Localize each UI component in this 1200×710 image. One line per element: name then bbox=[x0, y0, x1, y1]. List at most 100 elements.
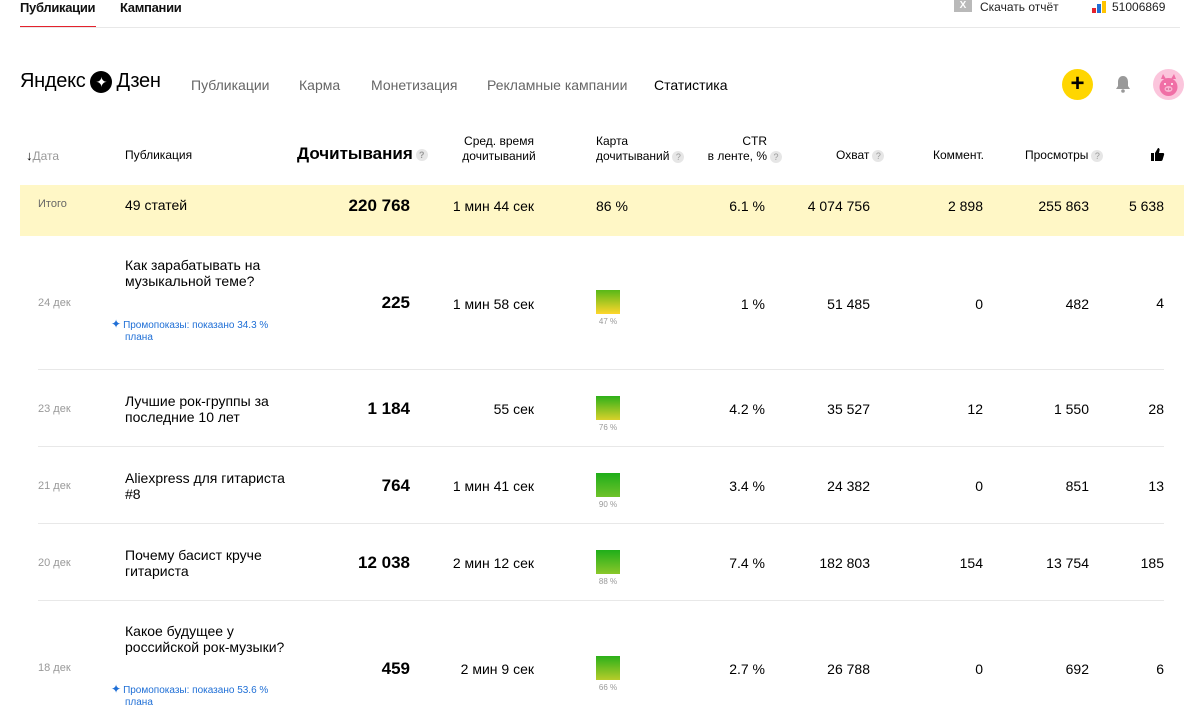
col-reach-header[interactable]: Охват? bbox=[836, 148, 885, 163]
publication-title-line2: #8 bbox=[125, 486, 141, 502]
row-date: 24 дек bbox=[38, 297, 71, 309]
row-comments: 154 bbox=[959, 555, 983, 571]
row-comments: 12 bbox=[967, 401, 983, 417]
row-views: 1 550 bbox=[1053, 401, 1089, 417]
nav-karma[interactable]: Карма bbox=[299, 77, 340, 93]
readmap-percent: 90 % bbox=[598, 500, 618, 509]
nav-statistics[interactable]: Статистика bbox=[654, 77, 728, 93]
col-ctr-header[interactable]: CTR в ленте, %? bbox=[704, 134, 782, 164]
col-reach-label: Охват bbox=[836, 148, 870, 162]
help-icon[interactable]: ? bbox=[872, 149, 885, 162]
help-icon[interactable]: ? bbox=[770, 150, 782, 163]
row-dochityvaniya: 764 bbox=[381, 476, 410, 495]
col-publication-header[interactable]: Публикация bbox=[125, 148, 192, 163]
promo-link[interactable]: ✦ Промопоказы: показано 53.6 % плана bbox=[111, 683, 268, 709]
readmap-thumbnail[interactable] bbox=[596, 550, 620, 574]
row-reach: 182 803 bbox=[819, 555, 870, 571]
promo-link[interactable]: ✦ Промопоказы: показано 34.3 % плана bbox=[111, 318, 268, 344]
row-likes: 13 bbox=[1148, 478, 1164, 494]
help-icon[interactable]: ? bbox=[672, 150, 685, 163]
row-dochityvaniya: 1 184 bbox=[367, 399, 410, 418]
row-comments: 0 bbox=[975, 661, 983, 677]
publication-title[interactable]: Какое будущее у российской рок-музыки? bbox=[125, 623, 284, 655]
help-icon[interactable]: ? bbox=[415, 148, 428, 161]
publication-title-line1: Какое будущее у bbox=[125, 623, 234, 639]
row-dochityvaniya: 459 bbox=[381, 659, 410, 678]
readmap-percent: 88 % bbox=[598, 577, 618, 586]
row-reach: 24 382 bbox=[827, 478, 870, 494]
publication-title[interactable]: Как зарабатывать на музыкальной теме? bbox=[125, 257, 260, 289]
total-comments: 2 898 bbox=[947, 198, 983, 214]
publication-title-line2: музыкальной теме? bbox=[125, 273, 255, 289]
top-tab-publications[interactable]: Публикации bbox=[20, 0, 96, 15]
promo-text: Промопоказы: показано 53.6 % bbox=[123, 685, 269, 696]
logo-zen: Дзен bbox=[116, 70, 161, 92]
row-likes: 185 bbox=[1140, 555, 1164, 571]
row-likes: 28 bbox=[1148, 401, 1164, 417]
avatar[interactable] bbox=[1153, 69, 1184, 100]
row-divider bbox=[38, 523, 1164, 524]
create-button[interactable]: + bbox=[1062, 69, 1093, 100]
col-ctr-label-1: CTR bbox=[742, 134, 767, 148]
col-dochityvaniya-header[interactable]: Дочитывания? bbox=[297, 144, 428, 163]
help-icon[interactable]: ? bbox=[1091, 149, 1104, 162]
col-map-header[interactable]: Карта дочитываний? bbox=[596, 134, 685, 164]
row-avg-time: 1 мин 58 сек bbox=[452, 296, 534, 312]
promo-text: Промопоказы: показано 34.3 % bbox=[123, 320, 269, 331]
publication-title-line1: Почему басист круче bbox=[125, 547, 262, 563]
row-divider bbox=[38, 600, 1164, 601]
row-comments: 0 bbox=[975, 296, 983, 312]
metrika-counter[interactable]: 51006869 bbox=[1112, 0, 1165, 14]
row-ctr: 4.2 % bbox=[729, 401, 765, 417]
readmap-thumbnail[interactable] bbox=[596, 473, 620, 497]
row-avg-time: 2 мин 12 сек bbox=[452, 555, 534, 571]
row-date: 18 дек bbox=[38, 662, 71, 674]
readmap-thumbnail[interactable] bbox=[596, 290, 620, 314]
total-likes: 5 638 bbox=[1128, 198, 1164, 214]
publication-title[interactable]: Aliexpress для гитариста #8 bbox=[125, 470, 285, 502]
row-reach: 51 485 bbox=[827, 296, 870, 312]
row-dochityvaniya: 225 bbox=[381, 293, 410, 312]
col-comments-header[interactable]: Коммент. bbox=[933, 148, 984, 163]
publication-title-line1: Как зарабатывать на bbox=[125, 257, 261, 273]
row-date: 21 дек bbox=[38, 480, 71, 492]
excel-icon[interactable]: X bbox=[954, 0, 972, 12]
like-icon[interactable] bbox=[1150, 147, 1165, 162]
promo-star-icon: ✦ bbox=[111, 317, 122, 331]
row-ctr: 1 % bbox=[740, 296, 765, 312]
nav-monetization[interactable]: Монетизация bbox=[371, 77, 458, 93]
total-ctr: 6.1 % bbox=[729, 198, 765, 214]
col-dochityvaniya-label: Дочитывания bbox=[297, 144, 413, 163]
publication-title-line1: Лучшие рок-группы за bbox=[125, 393, 269, 409]
download-report-link[interactable]: Скачать отчёт bbox=[980, 0, 1059, 14]
row-views: 13 754 bbox=[1046, 555, 1089, 571]
publication-title[interactable]: Почему басист круче гитариста bbox=[125, 547, 262, 579]
row-views: 692 bbox=[1065, 661, 1089, 677]
col-date-header[interactable]: ↓Дата bbox=[26, 148, 59, 164]
readmap-thumbnail[interactable] bbox=[596, 656, 620, 680]
row-avg-time: 55 сек bbox=[493, 401, 534, 417]
top-tab-campaigns[interactable]: Кампании bbox=[120, 0, 182, 15]
publication-title-line1: Aliexpress для гитариста bbox=[125, 470, 285, 486]
nav-publications[interactable]: Публикации bbox=[191, 77, 269, 93]
publication-title[interactable]: Лучшие рок-группы за последние 10 лет bbox=[125, 393, 269, 425]
total-reach: 4 074 756 bbox=[807, 198, 870, 214]
bell-icon[interactable] bbox=[1115, 75, 1131, 93]
col-avg-time-header[interactable]: Сред. время дочитываний bbox=[458, 134, 540, 164]
readmap-thumbnail[interactable] bbox=[596, 396, 620, 420]
total-map: 86 % bbox=[596, 198, 628, 214]
logo-yandex: Яндекс bbox=[20, 70, 86, 92]
col-views-label: Просмотры bbox=[1025, 148, 1089, 162]
col-views-header[interactable]: Просмотры? bbox=[1025, 148, 1104, 163]
row-divider bbox=[38, 369, 1164, 370]
total-publication: 49 статей bbox=[125, 197, 188, 213]
nav-ad-campaigns[interactable]: Рекламные кампании bbox=[487, 77, 627, 93]
row-date: 20 дек bbox=[38, 557, 71, 569]
metrika-icon bbox=[1092, 1, 1106, 13]
row-views: 851 bbox=[1065, 478, 1089, 494]
col-map-label-2: дочитываний bbox=[596, 149, 670, 163]
promo-text-2: плана bbox=[125, 332, 153, 343]
yandex-zen-logo[interactable]: Яндекс ✦ Дзен bbox=[20, 70, 161, 93]
readmap-percent: 66 % bbox=[598, 683, 618, 692]
pig-avatar-icon bbox=[1159, 74, 1178, 96]
